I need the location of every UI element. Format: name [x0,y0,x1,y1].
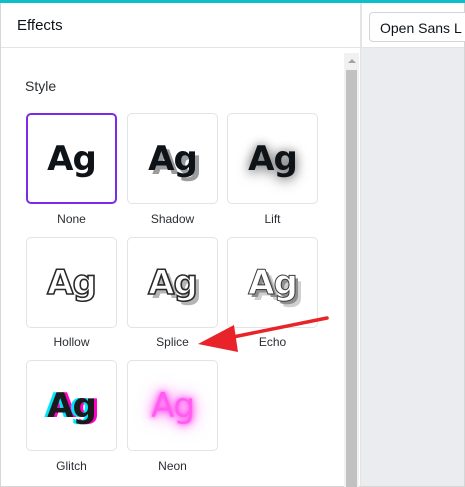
effect-label-neon: Neon [158,459,187,473]
effect-tile-none[interactable]: Ag [26,113,117,204]
effect-label-echo: Echo [258,335,287,349]
effect-label-shadow: Shadow [150,212,195,226]
toolbar-divider [361,3,362,48]
effect-tile-glitch[interactable]: Ag [26,360,117,451]
effect-preview-lift: Ag [248,138,298,179]
effect-tile-echo[interactable]: Ag [227,237,318,328]
effect-label-none: None [57,212,86,226]
style-section-title: Style [25,78,57,94]
scrollbar-thumb[interactable] [346,70,357,487]
effect-preview-glitch: Ag [47,385,97,426]
text-toolbar: Open Sans L [361,3,465,48]
effect-preview-hollow: Ag [46,262,97,303]
effect-tile-hollow[interactable]: Ag [26,237,117,328]
effect-tile-lift[interactable]: Ag [227,113,318,204]
effect-label-glitch: Glitch [56,459,87,473]
effect-tile-shadow[interactable]: Ag [127,113,218,204]
effect-preview-neon: Ag [151,385,195,426]
effect-preview-none: Ag [47,138,97,179]
effect-label-lift: Lift [264,212,281,226]
panel-scrollbar[interactable] [344,53,359,487]
effect-preview-echo: Ag [248,262,299,303]
effects-panel-header: Effects [1,3,361,48]
effect-tile-splice[interactable]: Ag [127,237,218,328]
effect-label-splice: Splice [156,335,189,349]
panel-title: Effects [17,17,63,34]
effect-preview-splice: Ag [147,262,198,303]
effects-panel: Effects Style Ag None Ag Shadow Ag Lift … [1,3,361,487]
scroll-up-arrow-icon[interactable] [344,53,359,68]
font-family-dropdown[interactable]: Open Sans L [369,12,465,42]
effect-preview-shadow: Ag [148,138,198,179]
canvas-area: Open Sans L [361,3,465,486]
effect-label-hollow: Hollow [53,335,90,349]
effect-tile-neon[interactable]: Ag [127,360,218,451]
